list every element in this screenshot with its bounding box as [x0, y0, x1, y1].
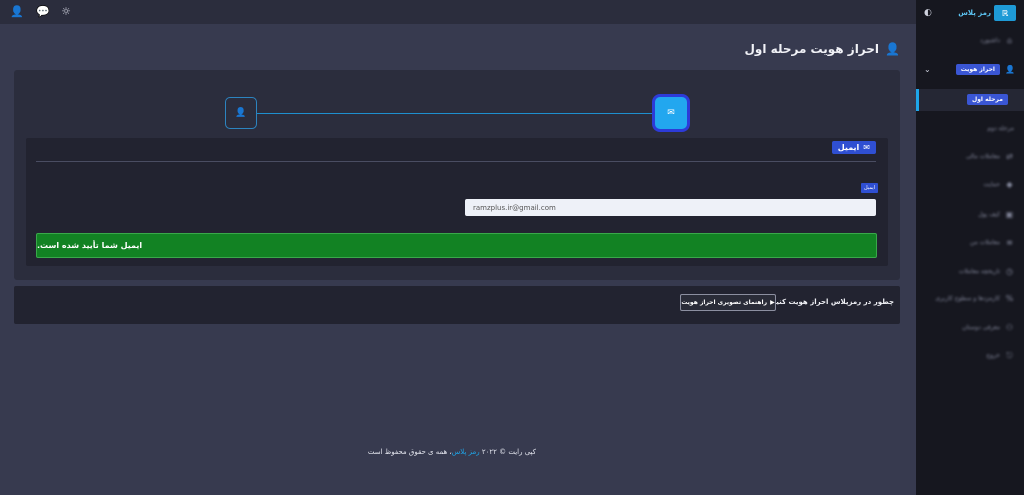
email-field-label: ایمیل [861, 183, 878, 193]
user-icon: 👤 [235, 108, 247, 118]
logo-mark-icon: ℝ [994, 5, 1016, 21]
users-icon: ⚇ [1005, 322, 1014, 332]
sidebar-item-label: معاملات مالی [965, 152, 1000, 160]
sidebar-item-label: معرفی دوستان [962, 323, 1000, 331]
copyright: کپی رایت © ۲۰۲۲ رمز پلاس، همه ی حقوق محف… [368, 448, 536, 456]
user-check-icon: 👤 [885, 42, 900, 56]
tag-icon: ◆ [1006, 179, 1013, 189]
success-message: ایمیل شما تأیید شده است. [37, 241, 143, 250]
page-title-text: احراز هویت مرحله اول [744, 42, 880, 56]
section-title: ایمیل [837, 143, 860, 152]
sidebar-item-support[interactable]: حمایت ◆ [916, 174, 1024, 194]
sidebar-item-history[interactable]: تاریخچه معاملات ◷ [916, 261, 1024, 281]
wallet-icon: ▣ [1005, 209, 1014, 219]
success-alert: ایمیل شما تأیید شده است. [36, 233, 877, 258]
sidebar-item-label: کیف پول [978, 210, 1000, 218]
chat-icon[interactable]: 💬 [35, 4, 51, 20]
sidebar-item-wallet[interactable]: کیف پول ▣ [916, 204, 1024, 224]
help-question: چطور در رمزپلاس احراز هویت کنیم؟ [766, 298, 894, 306]
copyright-brand-link[interactable]: رمز پلاس [452, 448, 480, 456]
email-section-header: ✉ ایمیل [831, 141, 876, 154]
home-icon: ⌂ [1006, 35, 1013, 45]
percent-icon: % [1005, 293, 1014, 303]
page-title: 👤 احراز هویت مرحله اول [745, 42, 901, 56]
step-identity[interactable]: 👤 [225, 97, 257, 129]
sun-icon[interactable]: ☼ [58, 4, 74, 20]
logo[interactable]: رمز پلاس ℝ [954, 4, 1016, 22]
sidebar-item-label: حمایت [983, 180, 1000, 188]
logout-icon: ⎋ [1006, 350, 1013, 360]
sidebar-item-referral[interactable]: معرفی دوستان ⚇ [916, 317, 1024, 337]
sidebar-item-finance[interactable]: معاملات مالی ⇄ [916, 146, 1024, 166]
list-icon: ≡ [1006, 237, 1013, 247]
sidebar-item-step-one[interactable]: مرحله اول [916, 89, 1024, 111]
sidebar-item-label: کارمزدها و سطوح کاربری [935, 294, 1000, 302]
top-bar: 👤 💬 ☼ [0, 0, 916, 24]
exchange-icon: ⇄ [1006, 151, 1013, 161]
stepper-line [256, 113, 654, 114]
help-guide-label: راهنمای تصویری احراز هویت [681, 299, 768, 306]
sidebar-item-identity[interactable]: ⌄ احراز هویت 👤 [916, 59, 1024, 79]
copyright-suffix: ، همه ی حقوق محفوظ است [367, 448, 452, 456]
user-settings-icon[interactable]: 👤 [9, 4, 25, 20]
sidebar-item-step-two[interactable]: مرحله دوم [916, 118, 1024, 138]
sidebar-item-logout[interactable]: خروج ⎋ [916, 345, 1024, 365]
sidebar-item-my-trades[interactable]: معاملات من ≡ [916, 232, 1024, 252]
sidebar-item-label: مرحله دوم [987, 124, 1014, 132]
sidebar-item-label: خروج [986, 351, 1000, 359]
sidebar-item-label: معاملات من [969, 238, 1000, 246]
divider [36, 161, 876, 162]
sidebar-item-fees[interactable]: کارمزدها و سطوح کاربری % [916, 288, 1024, 308]
sidebar-item-dashboard[interactable]: داشبورد ⌂ [916, 30, 1024, 50]
sidebar-item-label: داشبورد [980, 36, 1000, 44]
logo-text: رمز پلاس [958, 9, 991, 17]
chevron-down-icon: ⌄ [924, 64, 931, 74]
copyright-prefix: کپی رایت © ۲۰۲۲ [481, 448, 536, 456]
envelope-icon: ✉ [667, 108, 675, 118]
envelope-icon: ✉ [863, 143, 870, 152]
step-email-active[interactable]: ✉ [655, 97, 687, 129]
email-field[interactable] [465, 199, 876, 216]
play-circle-icon: ▶ [770, 299, 775, 306]
history-icon: ◷ [1006, 266, 1013, 276]
sidebar-toggle-icon[interactable]: ◐ [924, 8, 934, 18]
sidebar-item-label: تاریخچه معاملات [958, 267, 1000, 275]
sidebar-item-label: مرحله اول [967, 94, 1008, 105]
sidebar-item-label: احراز هویت [955, 63, 1000, 75]
help-guide-button[interactable]: ▶ راهنمای تصویری احراز هویت [680, 294, 776, 311]
user-check-icon: 👤 [1005, 64, 1015, 74]
